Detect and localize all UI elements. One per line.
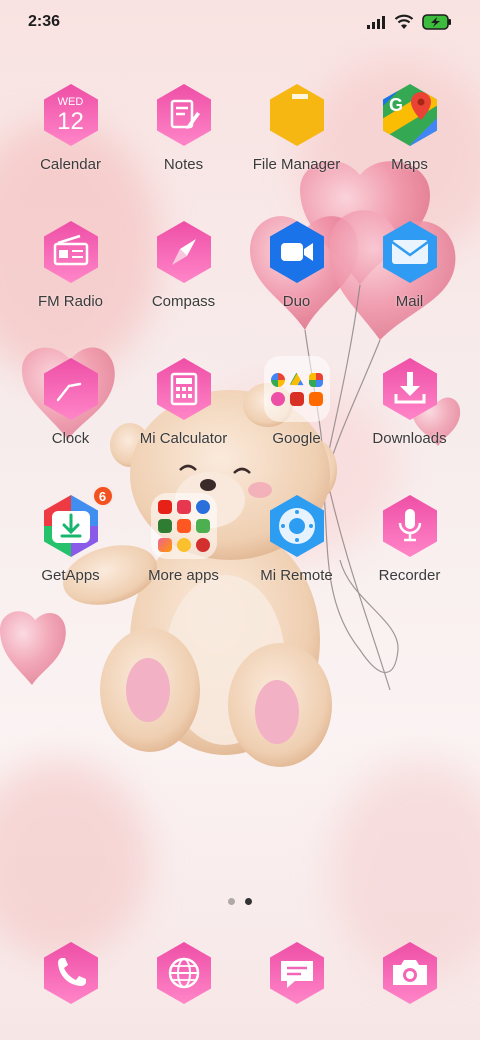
app-label: Notes	[163, 156, 204, 173]
browser-globe-icon	[156, 942, 211, 1004]
app-label: FM Radio	[37, 293, 104, 310]
signal-icon	[367, 16, 385, 29]
app-label: Clock	[51, 430, 90, 447]
app-mi-remote[interactable]: Mi Remote	[240, 489, 353, 609]
notification-badge: 6	[91, 485, 114, 507]
phone-icon	[43, 942, 98, 1004]
calendar-day: 12	[57, 108, 84, 135]
video-camera-icon	[269, 221, 324, 283]
notes-icon	[156, 84, 211, 146]
app-label: Compass	[151, 293, 216, 310]
mail-icon	[382, 221, 437, 283]
app-getapps[interactable]: 6 GetApps	[14, 485, 127, 609]
app-label: Duo	[282, 293, 311, 310]
microphone-icon	[382, 495, 437, 557]
app-label: Maps	[391, 156, 428, 173]
compass-icon	[156, 221, 211, 283]
app-label: Downloads	[372, 430, 447, 447]
page-indicator[interactable]	[0, 898, 480, 905]
remote-icon	[269, 495, 324, 557]
dock-browser[interactable]	[127, 936, 240, 1016]
calendar-weekday: WED	[57, 96, 84, 108]
download-icon	[382, 358, 437, 420]
app-mail[interactable]: Mail	[353, 215, 466, 335]
google-folder-icon	[263, 356, 330, 422]
svg-text:G: G	[389, 95, 403, 115]
app-label: Mi Calculator	[139, 430, 228, 447]
app-label: File Manager	[252, 156, 341, 173]
page-dot-2[interactable]	[245, 898, 252, 905]
radio-icon	[43, 221, 98, 283]
wifi-icon	[394, 14, 414, 29]
app-compass[interactable]: Compass	[127, 215, 240, 335]
app-google-folder[interactable]: Google	[240, 352, 353, 472]
app-label: Mail	[395, 293, 424, 310]
camera-icon	[382, 942, 437, 1004]
app-label: Recorder	[378, 567, 441, 584]
dock-messages[interactable]	[240, 936, 353, 1016]
app-label: Google	[272, 430, 321, 447]
messages-icon	[269, 942, 324, 1004]
app-mi-calculator[interactable]: Mi Calculator	[127, 352, 240, 472]
app-downloads[interactable]: Downloads	[353, 352, 466, 472]
app-maps[interactable]: G Maps	[353, 78, 466, 198]
app-recorder[interactable]: Recorder	[353, 489, 466, 609]
maps-icon: G	[382, 84, 437, 146]
dock	[0, 936, 480, 1016]
dock-phone[interactable]	[14, 936, 127, 1016]
app-clock[interactable]: Clock	[14, 352, 127, 472]
status-bar: 2:36	[0, 0, 480, 44]
app-label: GetApps	[41, 567, 100, 584]
app-more-apps-folder[interactable]: More apps	[127, 489, 240, 609]
app-label: Calendar	[40, 156, 101, 173]
more-apps-folder-icon	[150, 493, 217, 559]
file-manager-icon	[269, 84, 324, 146]
status-time: 2:36	[28, 13, 61, 30]
calculator-icon	[156, 358, 211, 420]
app-fm-radio[interactable]: FM Radio	[14, 215, 127, 335]
app-notes[interactable]: Notes	[127, 78, 240, 198]
clock-icon	[43, 358, 98, 420]
page-dot-1[interactable]	[228, 898, 235, 905]
dock-camera[interactable]	[353, 936, 466, 1016]
battery-charging-icon	[422, 14, 451, 30]
app-calendar[interactable]: WED 12 Calendar	[14, 78, 127, 198]
app-file-manager[interactable]: File Manager	[240, 78, 353, 198]
app-label: Mi Remote	[260, 567, 333, 584]
app-duo[interactable]: Duo	[240, 215, 353, 335]
app-label: More apps	[148, 567, 219, 584]
